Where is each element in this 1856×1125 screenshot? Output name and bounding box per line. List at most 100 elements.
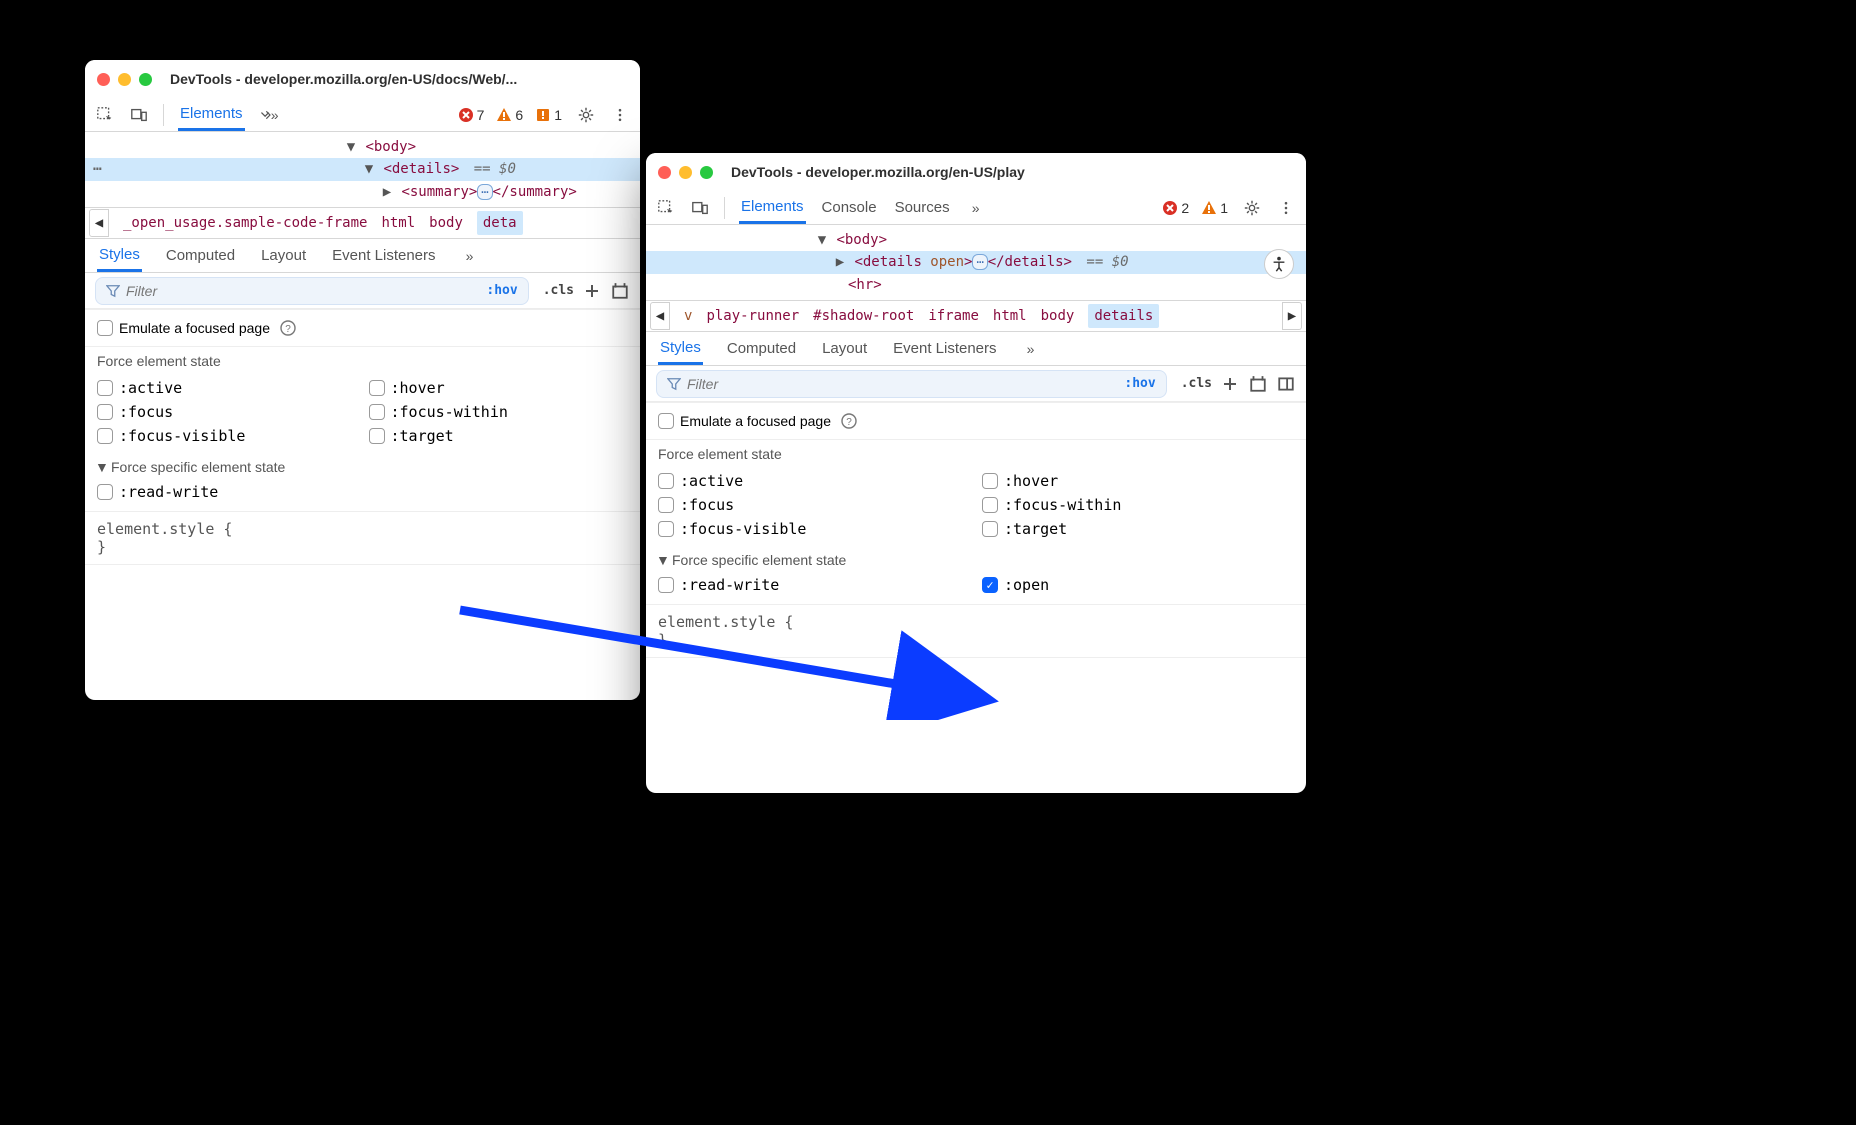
state-focus[interactable]: :focus <box>658 496 970 514</box>
issues-badge[interactable]: 1 <box>535 107 562 123</box>
disclose-icon[interactable]: ▼ <box>656 552 668 568</box>
tab-layout[interactable]: Layout <box>820 334 869 363</box>
tab-event-listeners[interactable]: Event Listeners <box>330 241 437 270</box>
more-tabs-icon[interactable]: » <box>460 246 480 266</box>
hov-toggle[interactable]: :hov <box>1118 376 1155 391</box>
more-tabs-icon[interactable]: » <box>259 105 279 125</box>
gear-icon[interactable] <box>1242 198 1262 218</box>
checkbox-checked[interactable] <box>982 577 998 593</box>
dom-line-details[interactable]: ▶ <details open>⋯</details> == $0 <box>646 251 1306 273</box>
checkbox[interactable] <box>982 521 998 537</box>
gear-icon[interactable] <box>576 105 596 125</box>
gutter-ellipsis-icon[interactable]: ⋯ <box>93 158 103 180</box>
state-focus[interactable]: :focus <box>97 403 357 421</box>
more-tabs-icon[interactable]: » <box>966 198 986 218</box>
state-open[interactable]: :open <box>982 576 1294 594</box>
tab-event-listeners[interactable]: Event Listeners <box>891 334 998 363</box>
dom-line-hr[interactable]: <hr> <box>646 274 1306 296</box>
checkbox[interactable] <box>97 380 113 396</box>
inspect-icon[interactable] <box>656 198 676 218</box>
state-read-write[interactable]: :read-write <box>658 576 970 594</box>
dom-tree[interactable]: ▼ <body> ▶ <details open>⋯</details> == … <box>646 225 1306 300</box>
issue-badges[interactable]: 2 1 <box>1162 200 1228 216</box>
help-icon[interactable]: ? <box>839 411 859 431</box>
tab-sources[interactable]: Sources <box>893 193 952 222</box>
state-focus-within[interactable]: :focus-within <box>982 496 1294 514</box>
force-specific-title[interactable]: ▼ Force specific element state <box>85 455 640 479</box>
collapsed-pill-icon[interactable]: ⋯ <box>972 254 987 270</box>
tab-computed[interactable]: Computed <box>725 334 798 363</box>
warnings-badge[interactable]: 1 <box>1201 200 1228 216</box>
toggle-sidebar-icon[interactable] <box>1276 374 1296 394</box>
filter-input[interactable]: Filter :hov <box>656 370 1167 398</box>
minimize-icon[interactable] <box>118 73 131 86</box>
checkbox[interactable] <box>658 473 674 489</box>
dom-tree[interactable]: ▼ <body> ⋯ ▼ <details> == $0 ▶ <summary>… <box>85 132 640 207</box>
breadcrumb-item[interactable]: html <box>381 215 415 231</box>
errors-badge[interactable]: 2 <box>1162 200 1189 216</box>
force-specific-title[interactable]: ▼ Force specific element state <box>646 548 1306 572</box>
new-style-rule-icon[interactable] <box>1220 374 1240 394</box>
disclose-icon[interactable]: ▶ <box>834 251 846 273</box>
checkbox[interactable] <box>982 497 998 513</box>
cls-toggle[interactable]: .cls <box>537 283 574 298</box>
checkbox[interactable] <box>658 577 674 593</box>
dom-line-body[interactable]: ▼ <body> <box>85 136 640 158</box>
breadcrumb[interactable]: ◀ _open_usage.sample-code-frame html bod… <box>85 207 640 239</box>
element-style-block[interactable]: element.style { } <box>646 609 1306 657</box>
titlebar[interactable]: DevTools - developer.mozilla.org/en-US/d… <box>85 60 640 98</box>
checkbox[interactable] <box>369 428 385 444</box>
help-icon[interactable]: ? <box>278 318 298 338</box>
breadcrumb-prev-icon[interactable]: ◀ <box>650 302 670 330</box>
close-icon[interactable] <box>97 73 110 86</box>
zoom-icon[interactable] <box>700 166 713 179</box>
checkbox[interactable] <box>369 380 385 396</box>
breadcrumb-item[interactable]: iframe <box>928 308 979 324</box>
filter-input[interactable]: Filter :hov <box>95 277 529 305</box>
state-read-write[interactable]: :read-write <box>97 483 357 501</box>
computed-styles-icon[interactable] <box>1248 374 1268 394</box>
disclose-icon[interactable]: ▶ <box>381 181 393 203</box>
breadcrumb-item[interactable]: #shadow-root <box>813 308 914 324</box>
emulate-focused-checkbox[interactable] <box>658 413 674 429</box>
tab-computed[interactable]: Computed <box>164 241 237 270</box>
disclose-icon[interactable]: ▼ <box>816 229 828 251</box>
state-active[interactable]: :active <box>658 472 970 490</box>
checkbox[interactable] <box>658 521 674 537</box>
tab-layout[interactable]: Layout <box>259 241 308 270</box>
collapsed-pill-icon[interactable]: ⋯ <box>477 184 492 200</box>
state-focus-within[interactable]: :focus-within <box>369 403 629 421</box>
computed-styles-icon[interactable] <box>610 281 630 301</box>
dom-line-body[interactable]: ▼ <body> <box>646 229 1306 251</box>
tab-styles[interactable]: Styles <box>97 240 142 272</box>
tab-styles[interactable]: Styles <box>658 333 703 365</box>
checkbox[interactable] <box>369 404 385 420</box>
checkbox[interactable] <box>658 497 674 513</box>
state-focus-visible[interactable]: :focus-visible <box>97 427 357 445</box>
tab-console[interactable]: Console <box>820 193 879 222</box>
disclose-icon[interactable]: ▼ <box>95 459 107 475</box>
issue-badges[interactable]: 7 6 1 <box>458 107 562 123</box>
breadcrumb-item[interactable]: html <box>993 308 1027 324</box>
state-target[interactable]: :target <box>982 520 1294 538</box>
checkbox[interactable] <box>97 484 113 500</box>
more-tabs-icon[interactable]: » <box>1021 339 1041 359</box>
breadcrumb-prev-icon[interactable]: ◀ <box>89 209 109 237</box>
element-style-block[interactable]: element.style { } <box>85 516 640 564</box>
tab-elements[interactable]: Elements <box>739 192 806 224</box>
disclose-icon[interactable]: ▼ <box>345 136 357 158</box>
state-target[interactable]: :target <box>369 427 629 445</box>
state-active[interactable]: :active <box>97 379 357 397</box>
dom-line-details[interactable]: ⋯ ▼ <details> == $0 <box>85 158 640 180</box>
warnings-badge[interactable]: 6 <box>496 107 523 123</box>
cls-toggle[interactable]: .cls <box>1175 376 1212 391</box>
titlebar[interactable]: DevTools - developer.mozilla.org/en-US/p… <box>646 153 1306 191</box>
breadcrumb-item[interactable]: _open_usage.sample-code-frame <box>123 215 367 231</box>
kebab-icon[interactable] <box>1276 198 1296 218</box>
state-focus-visible[interactable]: :focus-visible <box>658 520 970 538</box>
zoom-icon[interactable] <box>139 73 152 86</box>
inspect-icon[interactable] <box>95 105 115 125</box>
checkbox[interactable] <box>97 428 113 444</box>
minimize-icon[interactable] <box>679 166 692 179</box>
state-hover[interactable]: :hover <box>369 379 629 397</box>
